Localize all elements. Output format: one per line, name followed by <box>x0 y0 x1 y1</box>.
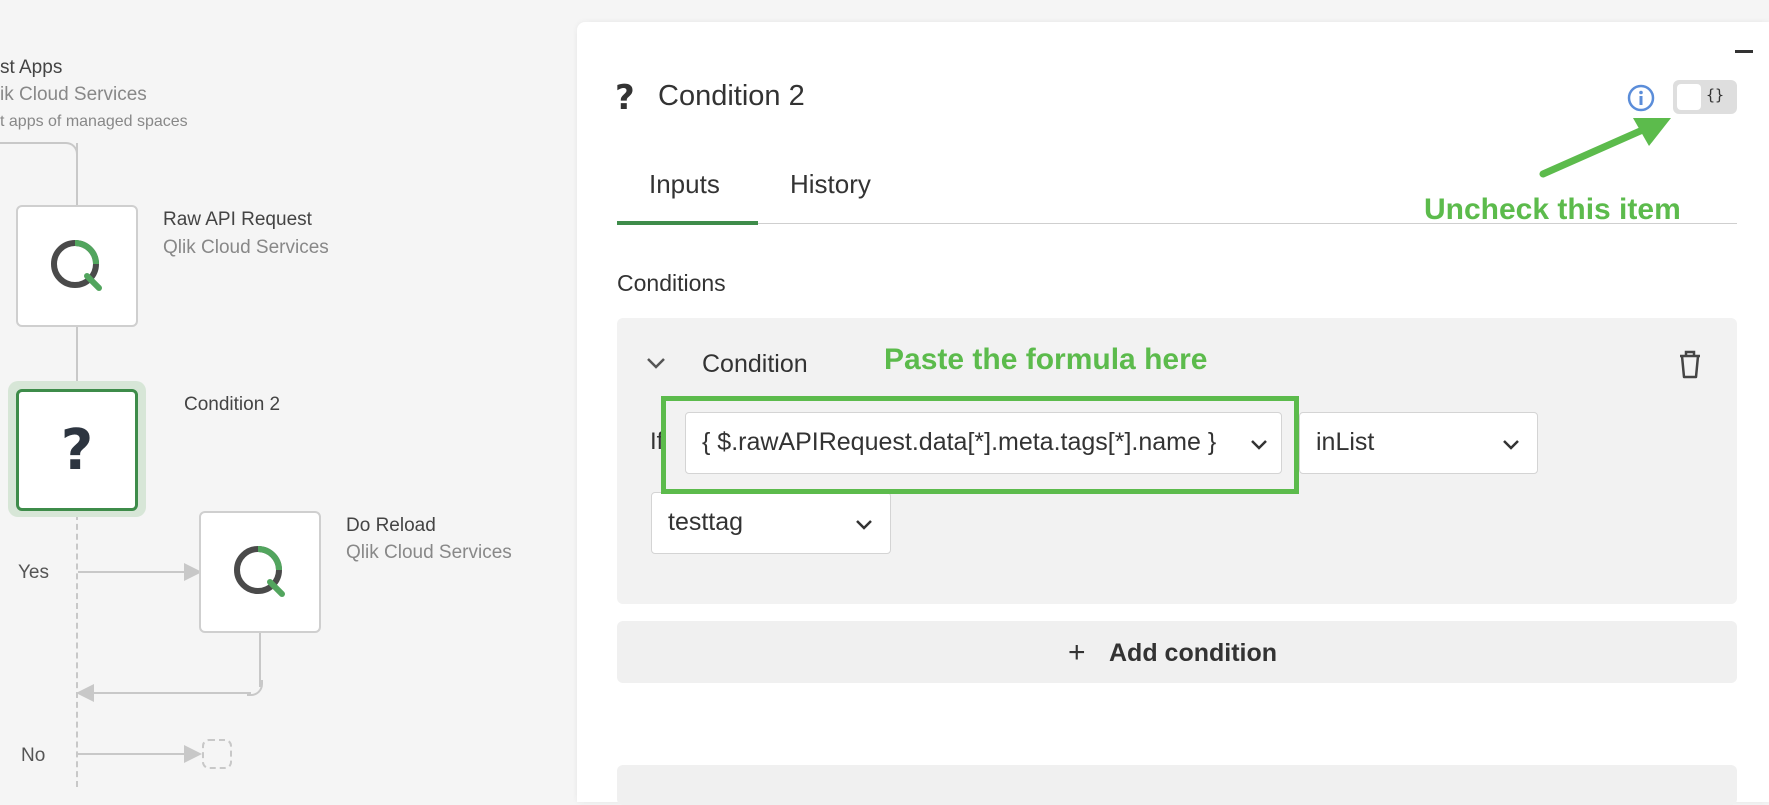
node-do-reload-service: Qlik Cloud Services <box>346 542 512 563</box>
tab-inputs[interactable]: Inputs <box>649 169 720 200</box>
flow-canvas[interactable]: st Apps ik Cloud Services t apps of mana… <box>0 0 575 787</box>
annotation-paste-formula: Paste the formula here <box>884 343 1208 376</box>
node-do-reload-title: Do Reload <box>346 515 436 536</box>
branch-label-no: No <box>21 745 46 766</box>
node-condition-title: Condition 2 <box>184 394 281 415</box>
right-operand-value: testtag <box>668 508 744 536</box>
question-mark-icon: ? <box>60 417 94 483</box>
info-icon[interactable] <box>1627 84 1655 112</box>
connector-no <box>78 753 194 755</box>
node-raw-api-title: Raw API Request <box>163 209 312 230</box>
trash-icon[interactable] <box>1676 348 1704 380</box>
conditions-section-label: Conditions <box>617 270 726 296</box>
connector-raw-to-condition <box>76 327 78 389</box>
operator-value: inList <box>1316 428 1375 456</box>
connector-reload-curve <box>247 680 263 696</box>
branch-label-yes: Yes <box>18 562 49 583</box>
node-raw-api-service: Qlik Cloud Services <box>163 237 329 258</box>
qlik-logo-icon <box>234 546 285 597</box>
empty-node-placeholder[interactable] <box>202 739 232 769</box>
next-section-card <box>617 765 1737 805</box>
minimize-button[interactable] <box>1735 50 1753 53</box>
arrow-head-left-icon <box>76 684 94 702</box>
node-list-apps-service: ik Cloud Services <box>0 84 147 105</box>
annotation-uncheck-item: Uncheck this item <box>1424 193 1681 226</box>
right-operand-select[interactable]: testtag <box>651 492 891 554</box>
toggle-label: {} <box>1706 86 1725 104</box>
qlik-logo-icon <box>51 240 102 291</box>
question-mark-icon: ? <box>615 78 635 118</box>
tab-history[interactable]: History <box>790 169 871 200</box>
plus-icon: + <box>1068 636 1086 669</box>
node-do-reload[interactable] <box>199 511 321 633</box>
chevron-down-icon <box>856 520 872 530</box>
node-condition-2[interactable]: ? <box>16 389 138 511</box>
condition-heading: Condition <box>702 350 808 378</box>
toggle-knob <box>1677 84 1701 110</box>
connector-top-corner <box>0 142 66 144</box>
panel-title: Condition 2 <box>658 80 805 112</box>
chevron-down-icon[interactable] <box>645 352 667 374</box>
tab-active-indicator <box>617 221 758 225</box>
node-raw-api-request[interactable] <box>16 205 138 327</box>
add-condition-label: Add condition <box>1109 639 1278 667</box>
connector-reload-return <box>86 692 251 694</box>
chevron-down-icon <box>1503 440 1519 450</box>
arrow-head-icon <box>184 745 202 763</box>
raw-json-toggle[interactable]: {} <box>1673 80 1737 114</box>
connector-yes <box>78 571 194 573</box>
node-list-apps-description: t apps of managed spaces <box>0 113 188 130</box>
annotation-arrow-icon <box>1539 118 1671 178</box>
connector-condition-trunk <box>76 514 78 787</box>
connector-reload-down <box>259 631 261 687</box>
annotation-highlight-box <box>661 396 1299 494</box>
operator-select[interactable]: inList <box>1299 412 1538 474</box>
node-list-apps-title: st Apps <box>0 57 63 78</box>
